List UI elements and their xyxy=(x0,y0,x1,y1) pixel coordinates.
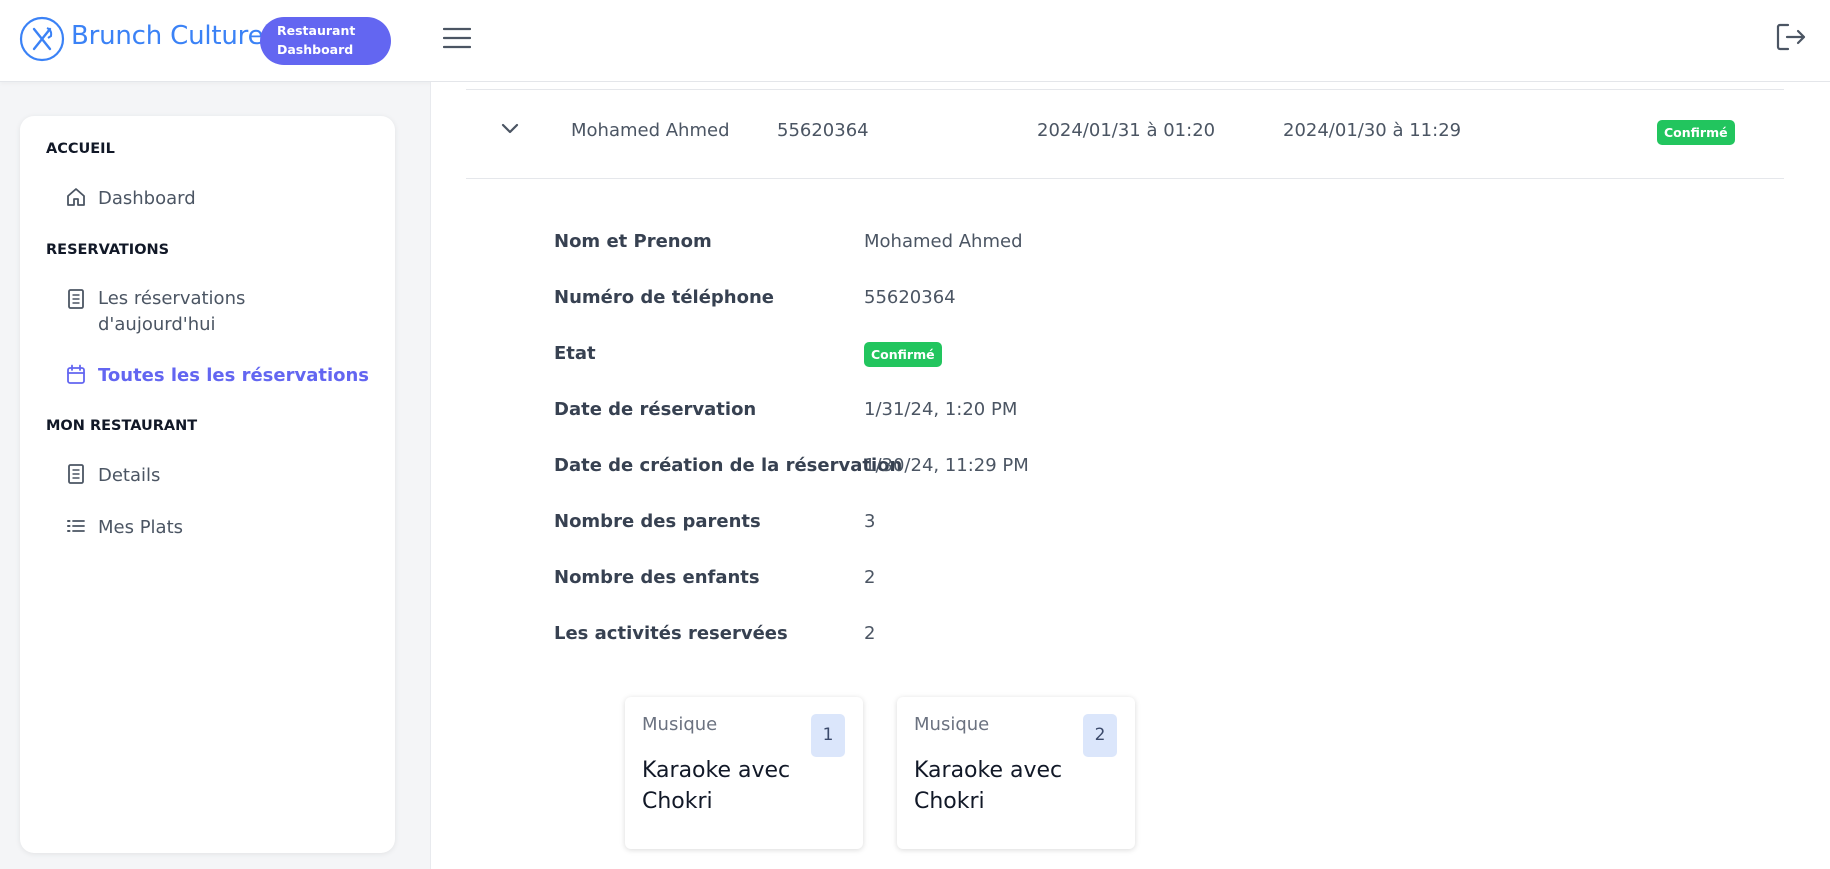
detail-label-etat: Etat xyxy=(554,343,596,364)
sidebar-item-mes-plats[interactable]: Mes Plats xyxy=(65,515,183,541)
sidebar-item-today-reservations[interactable]: Les réservations d'aujourd'hui xyxy=(65,286,285,338)
detail-value-activites: 2 xyxy=(864,623,876,644)
sidebar-item-label: Les réservations d'aujourd'hui xyxy=(98,288,246,335)
detail-label-reservation-date: Date de réservation xyxy=(554,399,757,420)
top-header: Brunch Culturel Restaurant Dashboard xyxy=(0,0,1830,82)
brand-name[interactable]: Brunch Culturel xyxy=(71,21,271,51)
pill-line-2: Dashboard xyxy=(277,42,354,57)
detail-value-name: Mohamed Ahmed xyxy=(864,231,1023,252)
main-content: Mohamed Ahmed 55620364 2024/01/31 à 01:2… xyxy=(430,82,1830,869)
detail-value-phone: 55620364 xyxy=(864,287,956,308)
sidebar-item-label: Toutes les les réservations xyxy=(98,365,370,386)
fork-knife-logo-icon[interactable] xyxy=(19,16,65,62)
chevron-down-icon[interactable] xyxy=(500,122,520,136)
sidebar-item-details[interactable]: Details xyxy=(65,463,160,489)
section-mon-restaurant: MON RESTAURANT xyxy=(46,418,198,434)
logout-icon[interactable] xyxy=(1775,22,1807,52)
row-created-date: 2024/01/30 à 11:29 xyxy=(1283,120,1462,141)
detail-label-enfants: Nombre des enfants xyxy=(554,567,760,588)
status-badge: Confirmé xyxy=(1657,120,1735,145)
detail-value-enfants: 2 xyxy=(864,567,876,588)
sidebar-item-label: Dashboard xyxy=(98,188,196,209)
sidebar-item-dashboard[interactable]: Dashboard xyxy=(65,186,196,212)
activity-card[interactable]: Musique 2 Karaoke avec Chokri xyxy=(897,697,1135,849)
row-phone: 55620364 xyxy=(777,120,869,141)
sidebar: ACCUEIL Dashboard RESERVATIONS Les réser… xyxy=(20,116,395,853)
activity-category: Musique xyxy=(914,714,990,735)
sidebar-item-label: Mes Plats xyxy=(98,517,184,538)
detail-status-badge: Confirmé xyxy=(864,342,942,367)
section-reservations: RESERVATIONS xyxy=(46,242,170,258)
activity-card[interactable]: Musique 1 Karaoke avec Chokri xyxy=(625,697,863,849)
pill-line-1: Restaurant xyxy=(277,23,356,38)
detail-label-creation-date: Date de création de la réservation xyxy=(554,455,903,476)
section-accueil: ACCUEIL xyxy=(46,141,115,157)
document-icon xyxy=(68,289,84,309)
detail-label-name: Nom et Prenom xyxy=(554,231,712,252)
sidebar-item-label: Details xyxy=(98,465,161,486)
activity-number-badge: 2 xyxy=(1083,714,1117,757)
activity-number-badge: 1 xyxy=(811,714,845,757)
home-icon xyxy=(67,188,85,206)
row-reservation-date: 2024/01/31 à 01:20 xyxy=(1037,120,1216,141)
detail-label-phone: Numéro de téléphone xyxy=(554,287,774,308)
activity-name: Karaoke avec Chokri xyxy=(642,758,791,814)
sidebar-item-all-reservations[interactable]: Toutes les les réservations xyxy=(65,363,369,389)
list-icon xyxy=(67,520,85,532)
detail-value-reservation-date: 1/31/24, 1:20 PM xyxy=(864,399,1018,420)
calendar-icon xyxy=(67,364,85,384)
detail-value-creation-date: 1/30/24, 11:29 PM xyxy=(864,455,1029,476)
dashboard-pill: Restaurant Dashboard xyxy=(260,17,391,65)
document-icon xyxy=(68,464,84,484)
row-name: Mohamed Ahmed xyxy=(571,120,730,141)
detail-value-parents: 3 xyxy=(864,511,876,532)
activity-name: Karaoke avec Chokri xyxy=(914,758,1063,814)
detail-label-activites: Les activités reservées xyxy=(554,623,788,644)
detail-label-parents: Nombre des parents xyxy=(554,511,761,532)
row-divider xyxy=(466,178,1784,179)
activity-category: Musique xyxy=(642,714,718,735)
hamburger-icon[interactable] xyxy=(443,27,471,49)
row-divider xyxy=(466,89,1784,90)
